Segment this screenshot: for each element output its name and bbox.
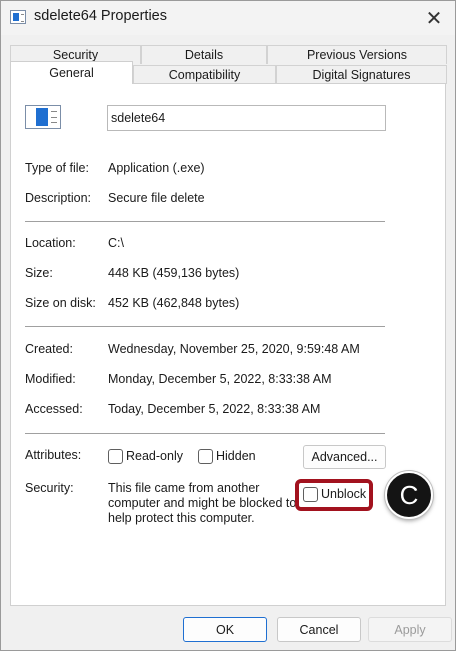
size-value: 448 KB (459,136 bytes) (108, 266, 240, 280)
hidden-checkbox[interactable] (198, 449, 213, 464)
advanced-button[interactable]: Advanced... (303, 445, 386, 469)
unblock-highlight-box (295, 479, 373, 511)
accessed-value: Today, December 5, 2022, 8:33:38 AM (108, 402, 321, 416)
created-value: Wednesday, November 25, 2020, 9:59:48 AM (108, 342, 360, 356)
callout-marker: C (385, 471, 433, 519)
read-only-checkbox[interactable] (108, 449, 123, 464)
tab-compatibility[interactable]: Compatibility (133, 65, 276, 84)
size-label: Size: (25, 266, 53, 280)
security-warning-text: This file came from another computer and… (108, 481, 298, 526)
description-label: Description: (25, 191, 91, 205)
properties-dialog: sdelete64 Properties ✕ Security Details … (0, 0, 456, 651)
file-type-icon (25, 105, 61, 129)
location-label: Location: (25, 236, 76, 250)
tab-details[interactable]: Details (141, 45, 267, 64)
application-icon (10, 10, 26, 24)
accessed-label: Accessed: (25, 402, 83, 416)
hidden-label: Hidden (216, 449, 256, 463)
cancel-button[interactable]: Cancel (277, 617, 361, 642)
size-on-disk-label: Size on disk: (25, 296, 96, 310)
modified-value: Monday, December 5, 2022, 8:33:38 AM (108, 372, 332, 386)
file-name-input[interactable] (107, 105, 386, 131)
security-label: Security: (25, 481, 74, 495)
modified-label: Modified: (25, 372, 76, 386)
location-value: C:\ (108, 236, 124, 250)
type-of-file-label: Type of file: (25, 161, 89, 175)
tab-previous-versions[interactable]: Previous Versions (267, 45, 447, 64)
divider (25, 326, 385, 327)
security-warning-line: This file came from another (108, 481, 260, 495)
created-label: Created: (25, 342, 73, 356)
read-only-label: Read-only (126, 449, 183, 463)
size-on-disk-value: 452 KB (462,848 bytes) (108, 296, 240, 310)
close-icon[interactable]: ✕ (411, 1, 455, 35)
description-value: Secure file delete (108, 191, 205, 205)
type-of-file-value: Application (.exe) (108, 161, 205, 175)
tab-general[interactable]: General (10, 61, 133, 84)
title-bar: sdelete64 Properties ✕ (1, 1, 455, 35)
ok-button[interactable]: OK (183, 617, 267, 642)
apply-button[interactable]: Apply (368, 617, 452, 642)
tab-digital-signatures[interactable]: Digital Signatures (276, 65, 447, 84)
divider (25, 433, 385, 434)
divider (25, 221, 385, 222)
security-warning-line: computer and might be blocked to (108, 496, 297, 510)
attributes-label: Attributes: (25, 448, 82, 462)
security-warning-line: help protect this computer. (108, 511, 255, 525)
window-title: sdelete64 Properties (34, 8, 167, 24)
